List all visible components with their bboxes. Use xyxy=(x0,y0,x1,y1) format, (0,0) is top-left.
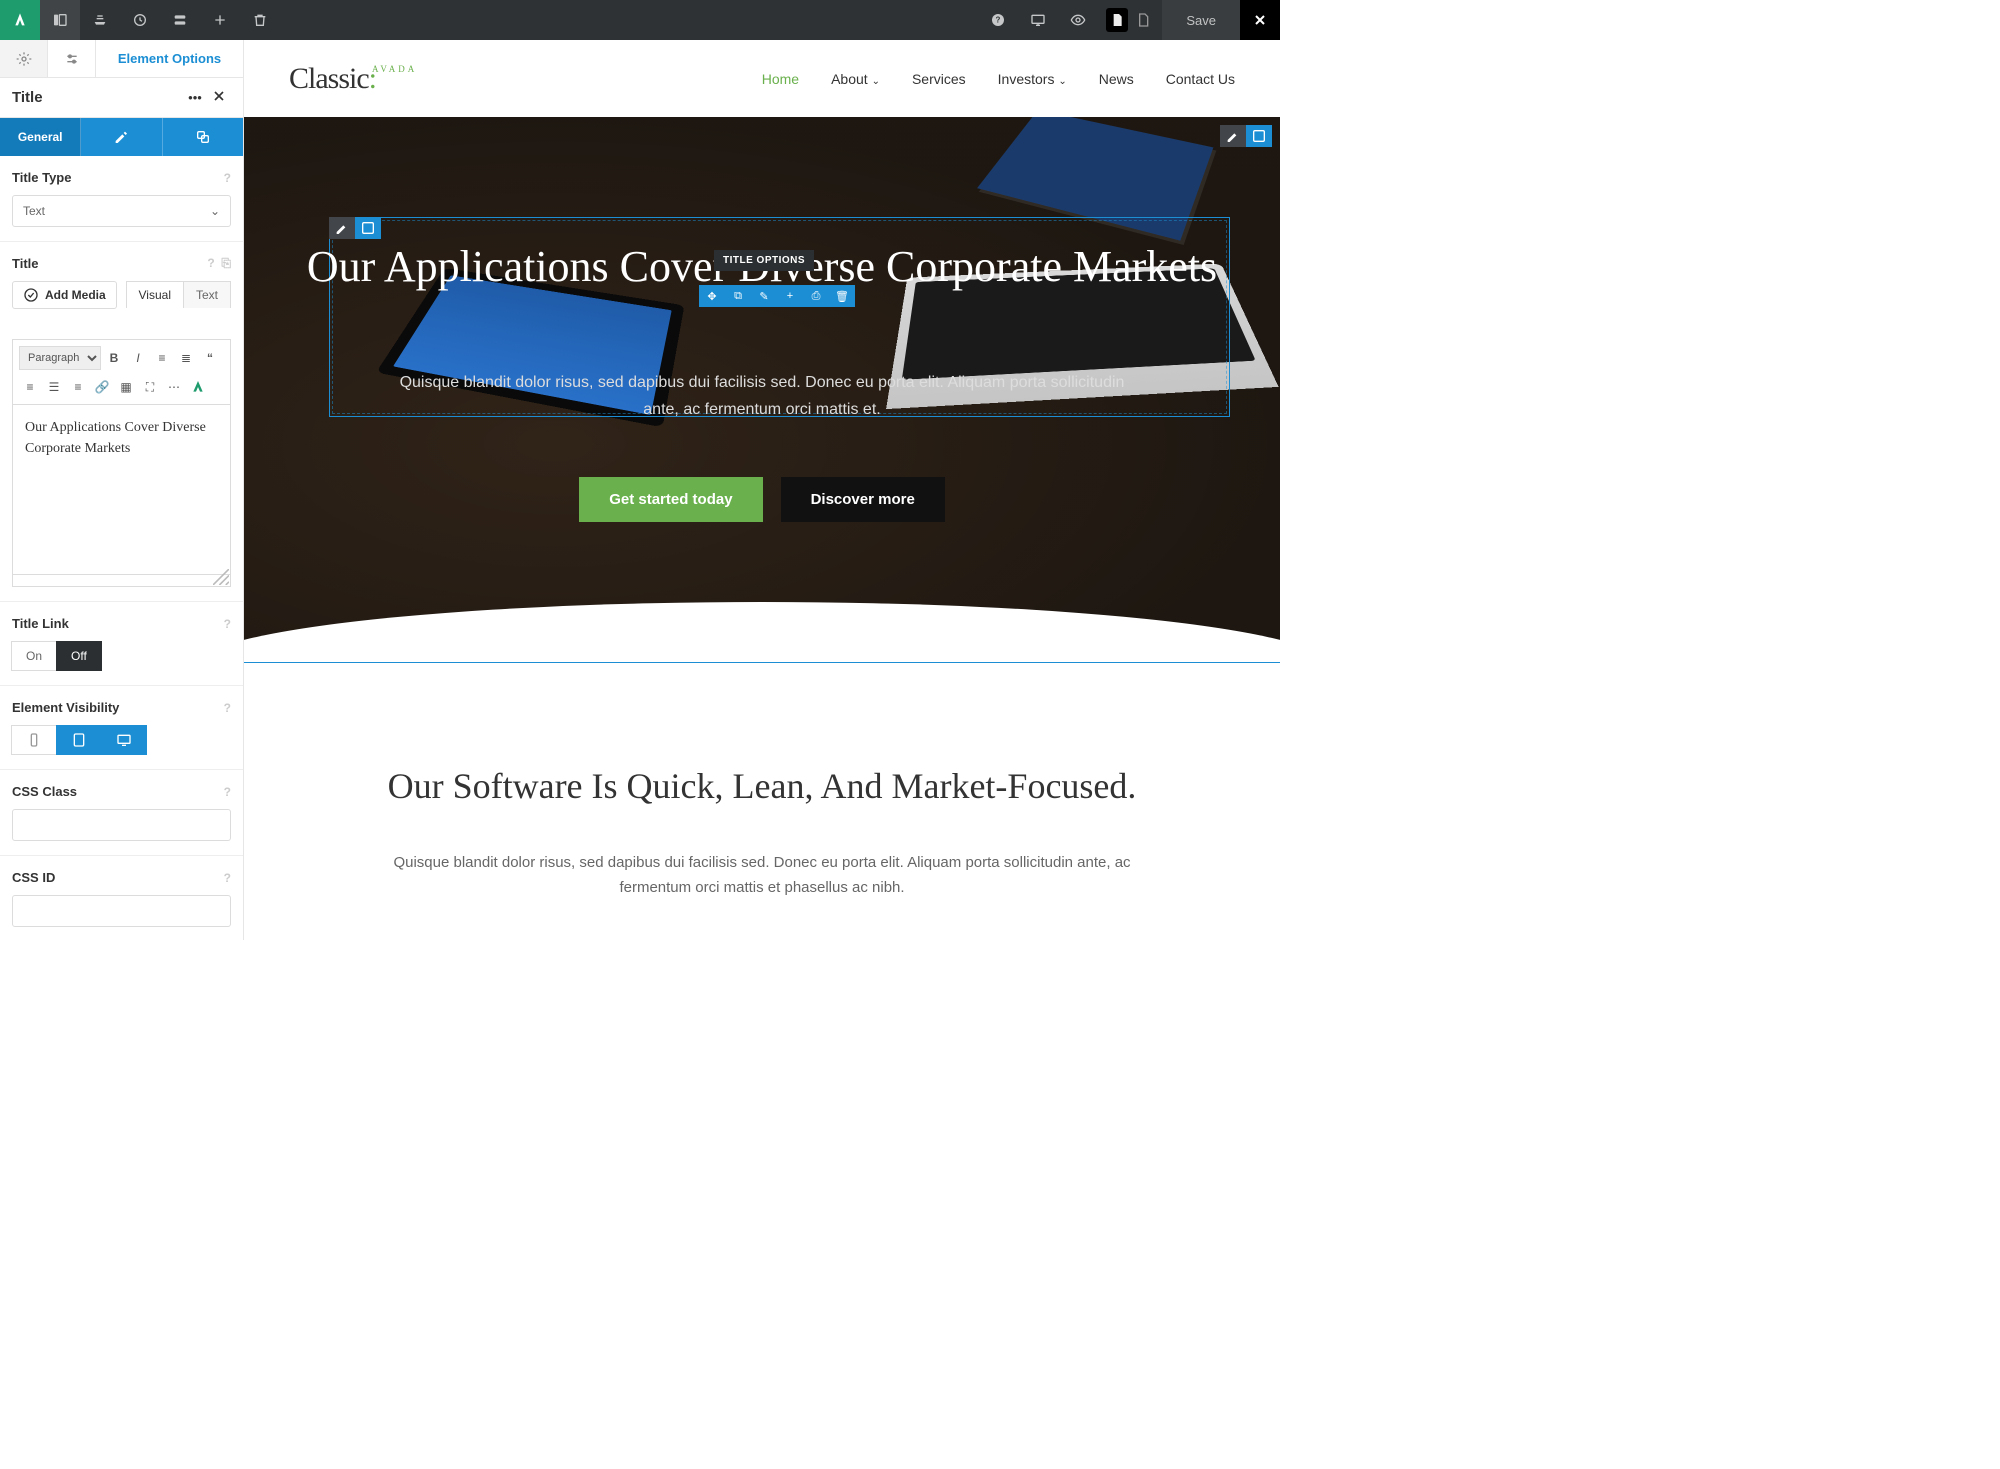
align-right-icon[interactable]: ≡ xyxy=(67,376,89,398)
discover-more-button[interactable]: Discover more xyxy=(781,477,945,522)
document-switch xyxy=(1098,0,1162,40)
extras-subtab-icon[interactable] xyxy=(163,118,243,156)
hero-section[interactable]: Our Applications Cover Diverse Corporate… xyxy=(244,117,1280,662)
editor-resize-handle[interactable] xyxy=(12,575,231,587)
panel-title: Title xyxy=(12,89,183,106)
design-subtab-icon[interactable] xyxy=(81,118,162,156)
column-edit-icon[interactable] xyxy=(329,217,355,239)
svg-text:?: ? xyxy=(996,16,1001,25)
add-icon[interactable] xyxy=(200,0,240,40)
css-class-input[interactable] xyxy=(12,809,231,841)
close-panel-icon[interactable] xyxy=(207,88,231,107)
css-class-label: CSS Class xyxy=(12,784,77,799)
fullscreen-icon[interactable]: ⛶ xyxy=(139,376,161,398)
document-outline-icon[interactable] xyxy=(1132,8,1154,32)
help-hint-icon[interactable]: ? xyxy=(224,171,231,185)
container-edit-icon[interactable] xyxy=(1220,125,1246,147)
library-icon[interactable] xyxy=(80,0,120,40)
list-ol-icon[interactable]: ≣ xyxy=(175,347,197,369)
title-editor-label: Title xyxy=(12,256,39,271)
more-tools-icon[interactable]: ⋯ xyxy=(163,376,185,398)
visibility-mobile-icon[interactable] xyxy=(11,725,57,755)
document-filled-icon[interactable] xyxy=(1106,8,1128,32)
title-options-tooltip: TITLE OPTIONS xyxy=(714,250,814,271)
chevron-down-icon: ⌄ xyxy=(872,76,880,87)
save-button[interactable]: Save xyxy=(1162,0,1240,40)
trash-icon[interactable] xyxy=(240,0,280,40)
title-link-on[interactable]: On xyxy=(11,641,57,671)
nav-services[interactable]: Services xyxy=(912,71,966,87)
italic-icon[interactable]: I xyxy=(127,347,149,369)
history-icon[interactable] xyxy=(120,0,160,40)
container-options-icon[interactable] xyxy=(1246,125,1272,147)
align-left-icon[interactable]: ≡ xyxy=(19,376,41,398)
sliders-tab-icon[interactable] xyxy=(48,40,96,77)
visual-tab[interactable]: Visual xyxy=(126,281,184,308)
site-logo[interactable]: Classic:AVADA xyxy=(289,62,421,96)
css-id-label: CSS ID xyxy=(12,870,55,885)
editor-toolbar: Paragraph B I ≡ ≣ “ ≡ ☰ ≡ 🔗 ▦ ⛶ ⋯ xyxy=(12,339,231,405)
sidebar-panel: Element Options Title ••• General Title … xyxy=(0,40,244,940)
layout-icon[interactable] xyxy=(160,0,200,40)
responsive-desktop-icon[interactable] xyxy=(1018,0,1058,40)
title-link-label: Title Link xyxy=(12,616,69,631)
nav-contact[interactable]: Contact Us xyxy=(1166,71,1235,87)
bold-icon[interactable]: B xyxy=(103,347,125,369)
avada-logo-icon[interactable] xyxy=(0,0,40,40)
nav-about[interactable]: About ⌄ xyxy=(831,71,880,87)
visibility-label: Element Visibility xyxy=(12,700,119,715)
help-hint-icon[interactable]: ? xyxy=(224,785,231,799)
site-header: Classic:AVADA Home About ⌄ Services Inve… xyxy=(244,40,1280,117)
insert-icon[interactable]: ▦ xyxy=(115,376,137,398)
nav-news[interactable]: News xyxy=(1099,71,1134,87)
list-ul-icon[interactable]: ≡ xyxy=(151,347,173,369)
sidebar-toggle-icon[interactable] xyxy=(40,0,80,40)
edit-icon[interactable]: ✎ xyxy=(751,285,777,307)
preview-icon[interactable] xyxy=(1058,0,1098,40)
help-hint-icon[interactable]: ? ⎘ xyxy=(207,256,231,271)
align-center-icon[interactable]: ☰ xyxy=(43,376,65,398)
title-content-editor[interactable]: Our Applications Cover Diverse Corporate… xyxy=(12,405,231,575)
nav-home[interactable]: Home xyxy=(762,71,799,87)
help-icon[interactable]: ? xyxy=(978,0,1018,40)
paragraph-select[interactable]: Paragraph xyxy=(19,346,101,370)
section-two-paragraph[interactable]: Quisque blandit dolor risus, sed dapibus… xyxy=(364,850,1160,901)
title-link-off[interactable]: Off xyxy=(56,641,102,671)
element-options-tab[interactable]: Element Options xyxy=(96,40,243,77)
add-element-icon[interactable]: + xyxy=(777,285,803,307)
general-subtab[interactable]: General xyxy=(0,118,81,156)
delete-element-icon[interactable]: 🗑 xyxy=(829,285,855,307)
drag-icon[interactable]: ✥ xyxy=(699,285,725,307)
element-toolstrip: ✥ ⧉ ✎ + ⎙ 🗑 xyxy=(699,285,855,307)
quote-icon[interactable]: “ xyxy=(199,347,221,369)
title-type-label: Title Type xyxy=(12,170,71,185)
link-icon[interactable]: 🔗 xyxy=(91,376,113,398)
get-started-button[interactable]: Get started today xyxy=(579,477,762,522)
section-two[interactable]: Our Software Is Quick, Lean, And Market-… xyxy=(244,663,1280,940)
more-icon[interactable]: ••• xyxy=(183,90,207,105)
add-media-button[interactable]: Add Media xyxy=(12,281,117,309)
top-toolbar: ? Save xyxy=(0,0,1280,40)
settings-tab-icon[interactable] xyxy=(0,40,48,77)
chevron-down-icon: ⌄ xyxy=(1058,76,1066,87)
section-two-title[interactable]: Our Software Is Quick, Lean, And Market-… xyxy=(364,763,1160,810)
live-preview: Classic:AVADA Home About ⌄ Services Inve… xyxy=(244,40,1280,940)
help-hint-icon[interactable]: ? xyxy=(224,701,231,715)
chevron-down-icon: ⌄ xyxy=(210,204,220,218)
save-element-icon[interactable]: ⎙ xyxy=(803,285,829,307)
title-type-select[interactable]: Text⌄ xyxy=(12,195,231,227)
clone-icon[interactable]: ⧉ xyxy=(725,285,751,307)
column-options-icon[interactable] xyxy=(355,217,381,239)
visibility-desktop-icon[interactable] xyxy=(101,725,147,755)
help-hint-icon[interactable]: ? xyxy=(224,871,231,885)
hero-paragraph[interactable]: Quisque blandit dolor risus, sed dapibus… xyxy=(244,369,1280,423)
nav-investors[interactable]: Investors ⌄ xyxy=(998,71,1067,87)
close-button[interactable] xyxy=(1240,0,1280,40)
help-hint-icon[interactable]: ? xyxy=(224,617,231,631)
text-tab[interactable]: Text xyxy=(183,281,231,308)
visibility-tablet-icon[interactable] xyxy=(56,725,102,755)
avada-element-icon[interactable] xyxy=(187,376,209,398)
css-id-input[interactable] xyxy=(12,895,231,927)
